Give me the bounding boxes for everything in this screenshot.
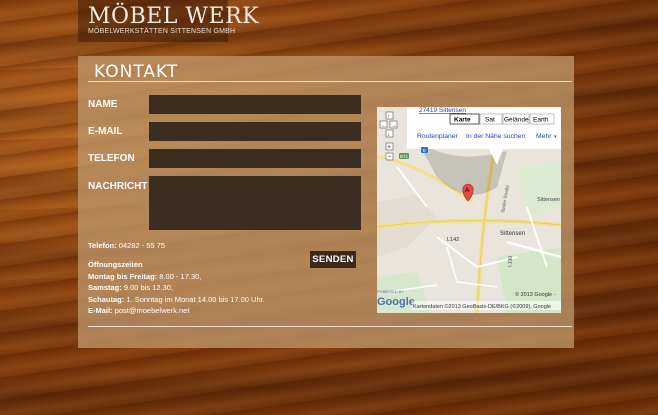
route-planner-link[interactable]: Routenplaner: [417, 133, 459, 140]
place-label-sittensen-town: Sittensen: [500, 231, 525, 237]
location-map[interactable]: 27419 Sittensen Karte Sat Gelände Earth …: [377, 107, 561, 313]
road-label-l142: L142: [447, 237, 459, 243]
hours-heading: Öffnungszeiten: [88, 259, 265, 270]
svg-text:←: ←: [381, 123, 387, 129]
weekday-label: Montag bis Freitag:: [88, 271, 158, 281]
google-logo[interactable]: Google: [377, 296, 415, 308]
place-label-sittensen: Sittensen: [537, 197, 560, 203]
page-title: KONTAKT: [94, 62, 179, 82]
sunday-hours: Schautag: 1. Sonntag im Monat 14.00 bis …: [88, 294, 265, 305]
marker-label: A: [465, 187, 470, 194]
phone-info-label: Telefon:: [88, 241, 117, 250]
submit-button[interactable]: SENDEN: [310, 251, 356, 268]
phone-field[interactable]: [149, 149, 361, 168]
brand-tagline: MÖBELWERKSTÄTTEN SITTENSEN GMBH: [88, 28, 236, 35]
contact-info: Telefon: 04282 - 55 75 Öffnungszeiten Mo…: [88, 240, 265, 316]
road-shield-e-label: E: [423, 148, 426, 153]
message-label: NACHRICHT: [88, 181, 148, 192]
saturday-label: Samstag:: [88, 283, 122, 293]
svg-text:↓: ↓: [387, 132, 390, 138]
road-label-l130: L130: [507, 255, 514, 267]
nearby-search-link[interactable]: In der Nähe suchen: [466, 133, 526, 140]
map-attribution: Kartendaten ©2013 GeoBasis-DE/BKG (©2009…: [413, 303, 551, 310]
email-field[interactable]: [149, 122, 361, 141]
hours-heading-text: Öffnungszeiten: [88, 260, 143, 270]
powered-by-label: POWERED BY: [377, 289, 404, 294]
sunday-label: Schautag:: [88, 294, 125, 304]
email-info-label: E-Mail:: [88, 306, 113, 316]
svg-text:+: +: [387, 144, 391, 151]
brand-logo[interactable]: MÖBEL WERK MÖBELWERKSTÄTTEN SITTENSEN GM…: [78, 0, 259, 42]
map-type-gelaende-label: Gelände: [504, 117, 529, 124]
weekday-hours: Montag bis Freitag: 8.00 - 17.30,: [88, 271, 265, 282]
more-link[interactable]: Mehr: [536, 133, 552, 140]
phone-line: Telefon: 04282 - 55 75: [88, 240, 265, 251]
map-type-karte-label: Karte: [454, 117, 471, 124]
name-label: NAME: [88, 99, 118, 110]
sunday-value: 1. Sonntag im Monat 14.00 bis 17.00 Uhr.: [126, 294, 265, 304]
phone-number: 04282 - 55 75: [118, 241, 165, 250]
road-shield-b71-label: B71: [400, 154, 409, 159]
saturday-value: 9.00 bis 12.30,: [123, 283, 174, 293]
brand-name: MÖBEL WERK: [88, 4, 260, 29]
name-field[interactable]: [149, 95, 361, 114]
footer-divider: [88, 326, 572, 327]
map-type-sat-label: Sat: [485, 117, 495, 124]
svg-text:→: →: [391, 123, 397, 129]
email-line: E-Mail: post@moebelwerk.net: [88, 305, 265, 316]
map-canvas[interactable]: 27419 Sittensen Karte Sat Gelände Earth …: [377, 107, 561, 313]
message-field[interactable]: [149, 176, 361, 230]
weekday-value: 8.00 - 17.30,: [159, 271, 202, 281]
svg-text:−: −: [388, 154, 392, 161]
address-link[interactable]: 27419 Sittensen: [419, 107, 466, 114]
svg-text:↑: ↑: [387, 114, 390, 120]
email-link[interactable]: post@moebelwerk.net: [115, 306, 190, 315]
contact-panel: KONTAKT NAME E-MAIL TELEFON NACHRICHT Te…: [78, 56, 574, 348]
map-copyright: © 2013 Google -: [515, 291, 556, 298]
email-label: E-MAIL: [88, 126, 123, 137]
map-type-earth-label: Earth: [533, 117, 549, 124]
saturday-hours: Samstag: 9.00 bis 12.30,: [88, 282, 265, 293]
heading-divider: [88, 81, 572, 82]
phone-label: TELEFON: [88, 153, 135, 164]
